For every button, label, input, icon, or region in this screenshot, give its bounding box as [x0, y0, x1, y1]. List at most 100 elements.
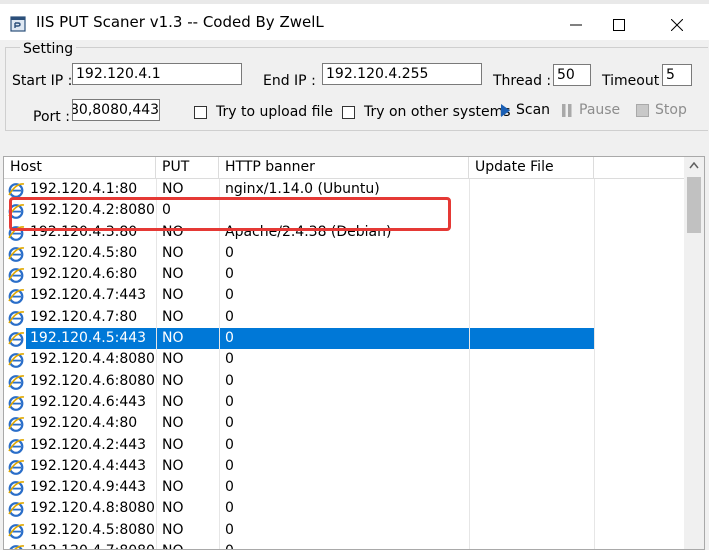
maximize-button[interactable]: [596, 10, 642, 40]
minimize-button[interactable]: [553, 10, 599, 40]
grid-line: [594, 306, 595, 329]
ie-host-icon: [8, 289, 25, 305]
grid-line: [594, 221, 595, 243]
end-ip-input[interactable]: 192.120.4.255: [322, 63, 482, 85]
cell-http-banner: 0: [225, 393, 234, 410]
table-row[interactable]: 192.120.4.4:8080 NO 0: [4, 349, 684, 371]
vertical-scrollbar[interactable]: [684, 157, 704, 549]
cell-http-banner: 0: [225, 244, 234, 261]
thread-input[interactable]: 50: [553, 64, 591, 86]
stop-label: Stop: [655, 102, 687, 118]
try-other-label[interactable]: Try on other systems: [364, 104, 511, 120]
grid-line: [469, 434, 470, 456]
grid-line: [156, 306, 157, 329]
ie-host-icon: [8, 204, 25, 220]
scroll-up-arrow-icon[interactable]: [689, 162, 699, 169]
grid-line: [594, 434, 595, 456]
table-row[interactable]: 192.120.4.6:443 NO 0: [4, 391, 684, 414]
cell-host: 192.120.4.9:443: [30, 479, 147, 496]
table-row[interactable]: 192.120.4.5:443 NO 0: [4, 328, 684, 350]
results-listview[interactable]: Host PUT HTTP banner Update File 192.120…: [3, 156, 705, 550]
ie-host-icon: [8, 225, 25, 241]
grid-line: [156, 498, 157, 520]
cell-put: NO: [162, 415, 184, 432]
cell-put: NO: [162, 308, 184, 325]
grid-line: [156, 221, 157, 243]
cell-put: NO: [162, 479, 184, 496]
grid-line: [469, 179, 470, 201]
ie-host-icon: [9, 545, 25, 549]
table-row[interactable]: 192.120.4.7:80 NO 0: [4, 306, 684, 329]
try-upload-checkbox[interactable]: [194, 106, 207, 119]
timeout-input[interactable]: 5: [662, 64, 692, 86]
grid-line: [469, 541, 470, 549]
ie-host-icon: [8, 523, 25, 539]
grid-line: [219, 519, 220, 542]
table-row[interactable]: 192.120.4.4:80 NO 0: [4, 413, 684, 435]
table-row[interactable]: 192.120.4.5:80 NO 0: [4, 242, 684, 265]
grid-line: [469, 455, 470, 478]
port-input[interactable]: 80,8080,443: [72, 99, 160, 121]
table-row[interactable]: 192.120.4.5:8080 NO 0: [4, 519, 684, 542]
cell-http-banner: 0: [225, 351, 234, 368]
minimize-icon: [570, 24, 582, 26]
close-button[interactable]: [654, 10, 700, 40]
table-row[interactable]: 192.120.4.1:80 NO nginx/1.14.0 (Ubuntu): [4, 179, 684, 201]
thread-label: Thread :: [493, 73, 552, 89]
close-icon: [671, 19, 683, 31]
cell-http-banner: 0: [225, 372, 234, 389]
cell-host: 192.120.4.5:80: [30, 244, 138, 261]
cell-host: 192.120.4.4:80: [30, 415, 138, 432]
table-row[interactable]: 192.120.4.2:8080 0: [4, 200, 684, 222]
cell-put: NO: [162, 521, 184, 538]
cell-http-banner: [225, 200, 469, 221]
grid-line: [469, 519, 470, 542]
grid-line: [156, 477, 157, 499]
table-row[interactable]: 192.120.4.8:8080 NO 0: [4, 498, 684, 520]
grid-line: [156, 179, 157, 201]
grid-line: [594, 477, 595, 499]
table-row[interactable]: 192.120.4.6:8080 NO 0: [4, 370, 684, 392]
app-window-icon: [10, 16, 26, 32]
cell-put: NO: [162, 372, 184, 389]
column-header-put[interactable]: PUT: [156, 157, 219, 178]
cell-put: NO: [162, 181, 184, 197]
grid-line: [219, 391, 220, 414]
cell-put: NO: [162, 244, 184, 261]
cell-host: 192.120.4.7:443: [30, 287, 147, 304]
window-title: IIS PUT Scaner v1.3 -- Coded By ZwelL: [36, 13, 324, 31]
stop-button[interactable]: Stop: [636, 102, 687, 118]
table-row[interactable]: 192.120.4.7:443 NO 0: [4, 285, 684, 307]
cell-host: 192.120.4.5:8080: [30, 521, 155, 538]
cell-host: 192.120.4.1:80: [30, 181, 138, 197]
title-bar[interactable]: IIS PUT Scaner v1.3 -- Coded By ZwelL: [0, 4, 709, 40]
cell-http-banner: 0: [225, 287, 234, 304]
grid-line: [469, 391, 470, 414]
maximize-icon: [613, 19, 625, 31]
scroll-thumb[interactable]: [687, 177, 701, 233]
column-header-host[interactable]: Host: [4, 157, 156, 178]
table-row[interactable]: 192.120.4.9:443 NO 0: [4, 477, 684, 499]
column-header-http-banner[interactable]: HTTP banner: [219, 157, 469, 178]
column-header-update-file[interactable]: Update File: [469, 157, 594, 178]
grid-line: [219, 179, 220, 201]
grid-line: [469, 285, 470, 307]
pause-button[interactable]: Pause: [561, 102, 620, 118]
try-other-checkbox[interactable]: [342, 106, 355, 119]
table-row[interactable]: 192.120.4.3:80 NO Apache/2.4.38 (Debian): [4, 221, 684, 243]
table-row[interactable]: 192.120.4.4:443 NO 0: [4, 455, 684, 478]
port-label: Port :: [33, 109, 70, 125]
cell-http-banner: 0: [225, 541, 469, 549]
scan-button[interactable]: Scan: [500, 102, 550, 118]
table-row[interactable]: 192.120.4.6:80 NO 0: [4, 264, 684, 286]
table-row[interactable]: 192.120.4.2:443 NO 0: [4, 434, 684, 456]
start-ip-input[interactable]: 192.120.4.1: [72, 63, 242, 85]
ie-host-icon: [8, 332, 25, 347]
grid-line: [469, 413, 470, 435]
table-row[interactable]: 192.120.4.7:8080 NO 0: [4, 541, 684, 549]
grid-line: [156, 413, 157, 435]
try-upload-label[interactable]: Try to upload file: [216, 104, 333, 120]
grid-line: [594, 242, 595, 265]
grid-line: [594, 541, 595, 549]
grid-line: [219, 370, 220, 392]
